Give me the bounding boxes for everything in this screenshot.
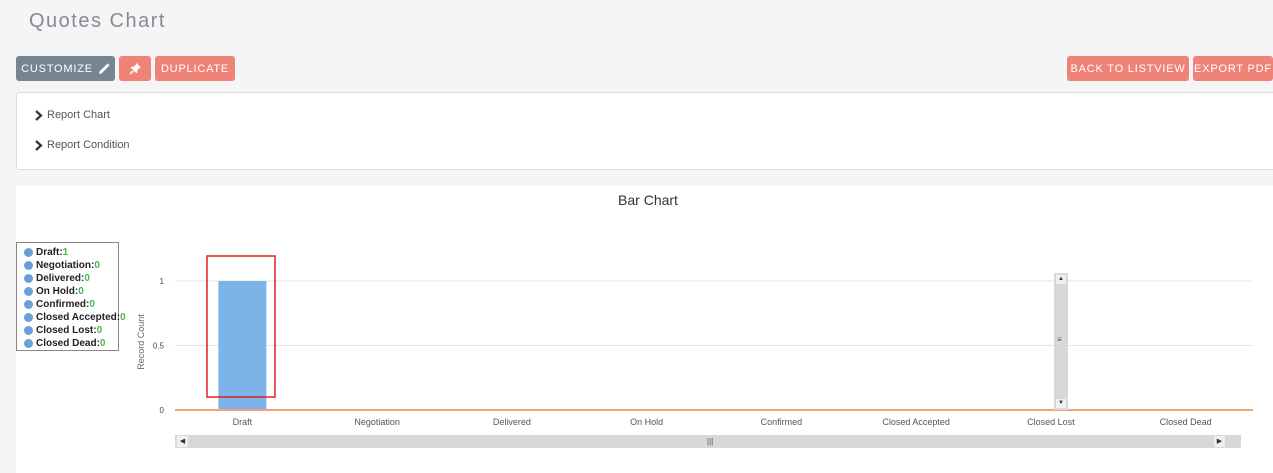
export-pdf-button[interactable]: EXPORT PDF — [1193, 56, 1273, 81]
y-tick-label: 1 — [160, 277, 165, 286]
x-tick-label: Delivered — [493, 417, 531, 427]
scroll-left-arrow-icon[interactable]: ◀ — [177, 436, 188, 447]
vertical-scrollbar[interactable]: ▲ ≡ ▼ — [1054, 273, 1068, 410]
x-tick-label: Negotiation — [354, 417, 400, 427]
x-tick-label: On Hold — [630, 417, 663, 427]
x-tick-label: Draft — [233, 417, 253, 427]
horizontal-scrollbar[interactable]: ◀ ||| ▶ — [175, 435, 1241, 448]
scroll-down-arrow-icon[interactable]: ▼ — [1056, 399, 1066, 408]
chevron-right-icon — [35, 109, 43, 121]
x-tick-label: Closed Dead — [1160, 417, 1212, 427]
customize-label: CUSTOMIZE — [21, 62, 93, 75]
y-axis-label: Record Count — [136, 314, 146, 370]
scroll-right-arrow-icon[interactable]: ▶ — [1214, 436, 1225, 447]
y-tick-label: 0.5 — [153, 342, 165, 351]
x-tick-label: Closed Accepted — [882, 417, 950, 427]
chevron-right-icon — [35, 139, 43, 151]
y-tick-label: 0 — [160, 406, 165, 415]
scroll-grip-icon[interactable]: ≡ — [1057, 335, 1062, 344]
chart-area: Bar Chart Draft: 1 Negotiation: 0 Delivere… — [16, 186, 1273, 473]
report-condition-toggle[interactable]: Report Condition — [34, 139, 130, 151]
page-title: Quotes Chart — [29, 10, 166, 32]
report-condition-label: Report Condition — [47, 139, 130, 151]
report-chart-label: Report Chart — [47, 109, 110, 121]
bar-chart: 0 0.5 1 Draft Negotiation Delivered On Hold Con… — [136, 255, 1253, 427]
pin-button[interactable] — [119, 56, 151, 81]
x-tick-label: Confirmed — [761, 417, 803, 427]
back-to-listview-button[interactable]: BACK TO LISTVIEW — [1067, 56, 1189, 81]
duplicate-button[interactable]: DUPLICATE — [155, 56, 235, 81]
customize-button[interactable]: CUSTOMIZE — [16, 56, 115, 81]
report-chart-toggle[interactable]: Report Chart — [34, 109, 110, 121]
report-options-panel: Report Chart Report Condition — [16, 92, 1273, 170]
scroll-grip-icon[interactable]: ||| — [707, 435, 713, 448]
pin-icon — [129, 62, 142, 75]
x-tick-label: Closed Lost — [1027, 417, 1075, 427]
bar-draft[interactable] — [218, 281, 267, 410]
scroll-up-arrow-icon[interactable]: ▲ — [1056, 275, 1066, 284]
pencil-icon — [98, 62, 110, 75]
